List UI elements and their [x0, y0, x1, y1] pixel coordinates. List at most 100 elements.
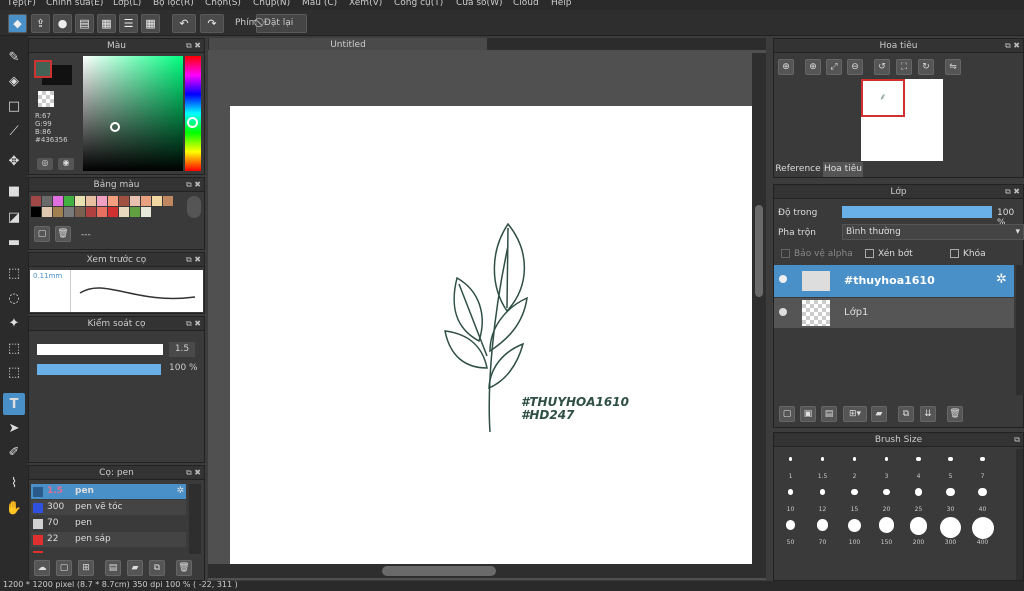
add-brush-icon[interactable]: ⊞: [78, 560, 94, 576]
palette-swatch[interactable]: [86, 207, 96, 217]
fill-rect-tool-icon[interactable]: ■: [3, 180, 25, 202]
palette-swatch[interactable]: [75, 207, 85, 217]
menu-layer[interactable]: Lớp(L): [113, 0, 141, 8]
saturation-value-picker[interactable]: [83, 56, 183, 171]
brush-size-cell[interactable]: 50: [775, 515, 806, 547]
horizontal-scroll-thumb[interactable]: [382, 566, 496, 576]
menu-cloud[interactable]: Cloud: [513, 0, 539, 8]
select-eraser-icon[interactable]: ⬚: [3, 361, 25, 383]
duplicate-layer-icon[interactable]: ⧉: [898, 406, 914, 422]
layer-row[interactable]: Lớp1: [774, 298, 1014, 328]
flip-icon[interactable]: ⇋: [945, 59, 961, 75]
layer-opacity-slider[interactable]: [842, 206, 992, 218]
gear-icon[interactable]: ✲: [996, 272, 1007, 287]
palette-swatch[interactable]: [141, 196, 151, 206]
palette-swatch[interactable]: [119, 207, 129, 217]
brush-size-cell[interactable]: 15: [839, 482, 870, 514]
delete-palette-icon[interactable]: 🗑: [55, 226, 71, 242]
tab-reference[interactable]: Reference: [774, 162, 822, 177]
menu-view[interactable]: Xem(V): [349, 0, 382, 8]
menu-window[interactable]: Cửa sổ(W): [456, 0, 502, 8]
panel-close-icon[interactable]: ⧉ ✖: [1005, 39, 1020, 53]
brush-size-cell[interactable]: 300: [935, 515, 966, 547]
brush-item[interactable]: [31, 548, 186, 553]
panel-close-icon[interactable]: ⧉ ✖: [186, 178, 201, 192]
brush-size-cell[interactable]: 400: [967, 515, 998, 547]
palette-swatch[interactable]: [108, 207, 118, 217]
eye-icon[interactable]: [779, 275, 787, 283]
brush-size-cell[interactable]: 10: [775, 482, 806, 514]
reset-view-icon[interactable]: ⛶: [896, 59, 912, 75]
brush-size-cell[interactable]: 1.5: [807, 449, 838, 481]
eraser-tool-icon[interactable]: ◈: [3, 70, 25, 92]
magic-wand-icon[interactable]: ✦: [3, 312, 25, 334]
brush-size-slider[interactable]: [37, 344, 163, 355]
brush-size-cell[interactable]: 20: [871, 482, 902, 514]
brush-size-cell[interactable]: 5: [935, 449, 966, 481]
palette-swatch[interactable]: [86, 196, 96, 206]
cloud-sync-icon[interactable]: ◆: [8, 14, 27, 33]
brush-size-cell[interactable]: 150: [871, 515, 902, 547]
move-tool-icon[interactable]: ✥: [3, 150, 25, 172]
brush-size-cell[interactable]: 70: [807, 515, 838, 547]
new-layer-1bit-icon[interactable]: ▤: [821, 406, 837, 422]
menu-tools[interactable]: Công cụ(T): [394, 0, 443, 8]
brush-settings-icon[interactable]: ▤: [105, 560, 121, 576]
brush-size-cell[interactable]: 200: [903, 515, 934, 547]
palette-swatch[interactable]: [108, 196, 118, 206]
picker-cursor[interactable]: [110, 122, 120, 132]
brush-size-cell[interactable]: 3: [871, 449, 902, 481]
panel-close-icon[interactable]: ⧉ ✖: [1005, 185, 1020, 199]
gradient-tool-icon[interactable]: ▬: [3, 231, 25, 253]
panel-close-icon[interactable]: ⧉ ✖: [186, 466, 201, 480]
menu-edit[interactable]: Chỉnh sửa(E): [46, 0, 103, 8]
new-brush-icon[interactable]: ▢: [56, 560, 72, 576]
select-rect-icon[interactable]: ⬚: [3, 262, 25, 284]
layer-scrollbar[interactable]: [1016, 265, 1024, 395]
navigator-thumbnail[interactable]: ⸙: [861, 79, 943, 161]
color-mix-icon[interactable]: ◉: [58, 158, 74, 170]
vertical-scroll-thumb[interactable]: [755, 205, 763, 297]
eyedropper-icon[interactable]: ⌇: [3, 472, 25, 494]
eye-icon[interactable]: [779, 308, 787, 316]
panel-close-icon[interactable]: ⧉ ✖: [186, 39, 201, 53]
hand-tool-icon[interactable]: ✋: [3, 497, 25, 519]
panel-close-icon[interactable]: ⧉: [1014, 433, 1020, 447]
blend-mode-select[interactable]: Bình thường ▾: [842, 224, 1024, 240]
layer-row-selected[interactable]: #thuyhoa1610 ✲: [774, 265, 1014, 297]
palette-swatch[interactable]: [130, 196, 140, 206]
brush-size-scrollbar[interactable]: [1016, 449, 1023, 580]
lasso-icon[interactable]: ◌: [3, 287, 25, 309]
brush-size-cell[interactable]: 100: [839, 515, 870, 547]
menu-color[interactable]: Màu (C): [302, 0, 337, 8]
hue-slider[interactable]: [185, 56, 201, 171]
brush-list-scrollbar[interactable]: [189, 484, 201, 554]
panel-close-icon[interactable]: ⧉ ✖: [186, 317, 201, 331]
line-tool-icon[interactable]: ⟋: [3, 120, 25, 142]
new-layer-icon[interactable]: ▢: [779, 406, 795, 422]
rotate-left-icon[interactable]: ↺: [874, 59, 890, 75]
brush-tool-icon[interactable]: ✎: [3, 46, 25, 68]
brush-size-cell[interactable]: 12: [807, 482, 838, 514]
palette-scroll[interactable]: [187, 196, 201, 218]
divide-tool-icon[interactable]: ✐: [3, 441, 25, 463]
delete-layer-icon[interactable]: 🗑: [947, 406, 963, 422]
panel-close-icon[interactable]: ⧉ ✖: [186, 253, 201, 267]
brush-size-cell[interactable]: 25: [903, 482, 934, 514]
hue-cursor[interactable]: [187, 117, 198, 128]
protect-alpha-checkbox[interactable]: [781, 249, 790, 258]
brush-item[interactable]: 70 pen: [31, 516, 186, 531]
canvas-paper[interactable]: #THUYHOA1610 #HD247: [230, 106, 752, 564]
grid-icon[interactable]: ▦: [141, 14, 160, 33]
redo-icon[interactable]: ↷: [200, 14, 224, 33]
brush-opacity-slider[interactable]: [37, 364, 161, 375]
brush-size-cell[interactable]: 1: [775, 449, 806, 481]
palette-swatch[interactable]: [31, 196, 41, 206]
brush-size-cell[interactable]: 30: [935, 482, 966, 514]
brush-item-selected[interactable]: 1.5 pen ✲: [31, 484, 186, 499]
menu-file[interactable]: Tệp(F): [7, 0, 36, 8]
operation-tool-icon[interactable]: ➤: [3, 417, 25, 439]
palette-swatch[interactable]: [152, 196, 162, 206]
palette-swatch[interactable]: [97, 196, 107, 206]
share-icon[interactable]: ⇪: [31, 14, 50, 33]
